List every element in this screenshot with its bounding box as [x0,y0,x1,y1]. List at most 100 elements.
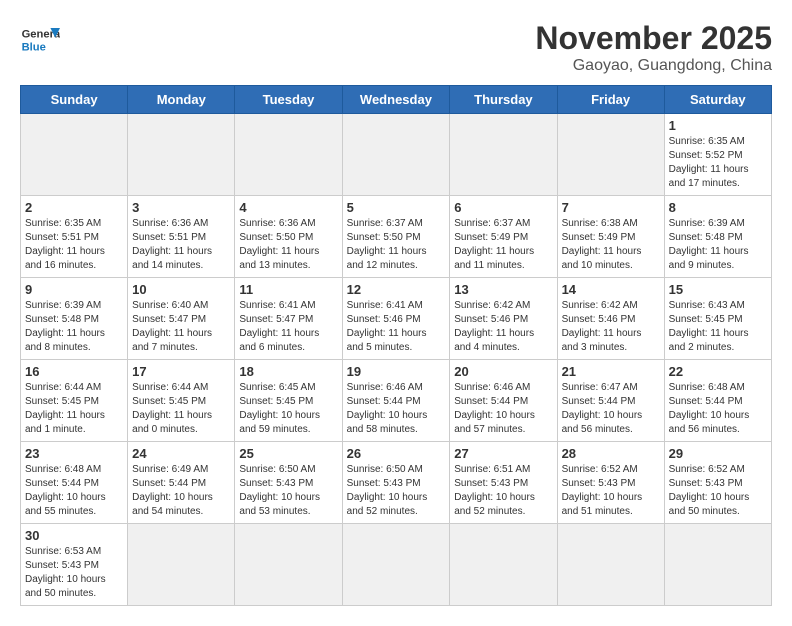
day-info: Sunrise: 6:44 AMSunset: 5:45 PMDaylight:… [132,381,230,437]
day-info: Sunrise: 6:50 AMSunset: 5:43 PMDaylight:… [239,463,337,519]
day-number: 14 [562,282,660,297]
day-number: 30 [25,528,123,543]
day-info: Sunrise: 6:48 AMSunset: 5:44 PMDaylight:… [25,463,123,519]
calendar-row: 16 Sunrise: 6:44 AMSunset: 5:45 PMDaylig… [21,360,772,442]
day-cell: 18 Sunrise: 6:45 AMSunset: 5:45 PMDaylig… [235,360,342,442]
day-number: 25 [239,446,337,461]
day-cell: 2 Sunrise: 6:35 AMSunset: 5:51 PMDayligh… [21,196,128,278]
day-number: 28 [562,446,660,461]
empty-cell [342,524,450,606]
day-cell: 15 Sunrise: 6:43 AMSunset: 5:45 PMDaylig… [664,278,771,360]
day-info: Sunrise: 6:38 AMSunset: 5:49 PMDaylight:… [562,217,660,273]
calendar-row: 9 Sunrise: 6:39 AMSunset: 5:48 PMDayligh… [21,278,772,360]
logo-icon: General Blue [20,20,60,60]
day-cell: 6 Sunrise: 6:37 AMSunset: 5:49 PMDayligh… [450,196,557,278]
day-cell: 7 Sunrise: 6:38 AMSunset: 5:49 PMDayligh… [557,196,664,278]
day-info: Sunrise: 6:46 AMSunset: 5:44 PMDaylight:… [454,381,552,437]
day-info: Sunrise: 6:35 AMSunset: 5:52 PMDaylight:… [669,135,767,191]
day-number: 15 [669,282,767,297]
svg-text:Blue: Blue [22,41,46,53]
empty-cell [128,524,235,606]
day-cell: 25 Sunrise: 6:50 AMSunset: 5:43 PMDaylig… [235,442,342,524]
page-header: General Blue November 2025 Gaoyao, Guang… [20,20,772,75]
day-info: Sunrise: 6:39 AMSunset: 5:48 PMDaylight:… [25,299,123,355]
header-sunday: Sunday [21,86,128,114]
empty-cell [342,114,450,196]
day-info: Sunrise: 6:48 AMSunset: 5:44 PMDaylight:… [669,381,767,437]
day-info: Sunrise: 6:40 AMSunset: 5:47 PMDaylight:… [132,299,230,355]
header-wednesday: Wednesday [342,86,450,114]
day-info: Sunrise: 6:46 AMSunset: 5:44 PMDaylight:… [347,381,446,437]
day-cell: 11 Sunrise: 6:41 AMSunset: 5:47 PMDaylig… [235,278,342,360]
day-cell: 22 Sunrise: 6:48 AMSunset: 5:44 PMDaylig… [664,360,771,442]
empty-cell [21,114,128,196]
empty-cell [450,524,557,606]
day-info: Sunrise: 6:41 AMSunset: 5:46 PMDaylight:… [347,299,446,355]
day-cell: 19 Sunrise: 6:46 AMSunset: 5:44 PMDaylig… [342,360,450,442]
day-number: 12 [347,282,446,297]
day-number: 17 [132,364,230,379]
day-cell: 26 Sunrise: 6:50 AMSunset: 5:43 PMDaylig… [342,442,450,524]
day-number: 5 [347,200,446,215]
empty-cell [235,114,342,196]
day-number: 13 [454,282,552,297]
header-saturday: Saturday [664,86,771,114]
empty-cell [235,524,342,606]
day-cell: 24 Sunrise: 6:49 AMSunset: 5:44 PMDaylig… [128,442,235,524]
day-number: 7 [562,200,660,215]
header-thursday: Thursday [450,86,557,114]
day-info: Sunrise: 6:39 AMSunset: 5:48 PMDaylight:… [669,217,767,273]
day-number: 22 [669,364,767,379]
day-info: Sunrise: 6:50 AMSunset: 5:43 PMDaylight:… [347,463,446,519]
day-info: Sunrise: 6:53 AMSunset: 5:43 PMDaylight:… [25,545,123,601]
day-info: Sunrise: 6:44 AMSunset: 5:45 PMDaylight:… [25,381,123,437]
empty-cell [557,114,664,196]
day-number: 23 [25,446,123,461]
day-cell: 17 Sunrise: 6:44 AMSunset: 5:45 PMDaylig… [128,360,235,442]
day-info: Sunrise: 6:52 AMSunset: 5:43 PMDaylight:… [669,463,767,519]
day-cell: 9 Sunrise: 6:39 AMSunset: 5:48 PMDayligh… [21,278,128,360]
day-cell: 21 Sunrise: 6:47 AMSunset: 5:44 PMDaylig… [557,360,664,442]
day-number: 6 [454,200,552,215]
day-cell: 20 Sunrise: 6:46 AMSunset: 5:44 PMDaylig… [450,360,557,442]
day-info: Sunrise: 6:42 AMSunset: 5:46 PMDaylight:… [562,299,660,355]
day-cell: 30 Sunrise: 6:53 AMSunset: 5:43 PMDaylig… [21,524,128,606]
day-cell: 28 Sunrise: 6:52 AMSunset: 5:43 PMDaylig… [557,442,664,524]
day-number: 20 [454,364,552,379]
day-info: Sunrise: 6:35 AMSunset: 5:51 PMDaylight:… [25,217,123,273]
day-cell: 3 Sunrise: 6:36 AMSunset: 5:51 PMDayligh… [128,196,235,278]
day-cell: 4 Sunrise: 6:36 AMSunset: 5:50 PMDayligh… [235,196,342,278]
calendar-row: 23 Sunrise: 6:48 AMSunset: 5:44 PMDaylig… [21,442,772,524]
day-info: Sunrise: 6:43 AMSunset: 5:45 PMDaylight:… [669,299,767,355]
day-number: 18 [239,364,337,379]
day-cell: 13 Sunrise: 6:42 AMSunset: 5:46 PMDaylig… [450,278,557,360]
day-cell: 14 Sunrise: 6:42 AMSunset: 5:46 PMDaylig… [557,278,664,360]
day-cell: 23 Sunrise: 6:48 AMSunset: 5:44 PMDaylig… [21,442,128,524]
day-info: Sunrise: 6:37 AMSunset: 5:50 PMDaylight:… [347,217,446,273]
day-number: 19 [347,364,446,379]
day-info: Sunrise: 6:36 AMSunset: 5:50 PMDaylight:… [239,217,337,273]
day-number: 1 [669,118,767,133]
day-info: Sunrise: 6:51 AMSunset: 5:43 PMDaylight:… [454,463,552,519]
day-number: 4 [239,200,337,215]
calendar-header-row: Sunday Monday Tuesday Wednesday Thursday… [21,86,772,114]
day-info: Sunrise: 6:37 AMSunset: 5:49 PMDaylight:… [454,217,552,273]
day-number: 8 [669,200,767,215]
title-area: November 2025 Gaoyao, Guangdong, China [535,20,772,75]
day-cell: 10 Sunrise: 6:40 AMSunset: 5:47 PMDaylig… [128,278,235,360]
day-cell: 5 Sunrise: 6:37 AMSunset: 5:50 PMDayligh… [342,196,450,278]
header-monday: Monday [128,86,235,114]
day-info: Sunrise: 6:49 AMSunset: 5:44 PMDaylight:… [132,463,230,519]
header-friday: Friday [557,86,664,114]
day-info: Sunrise: 6:36 AMSunset: 5:51 PMDaylight:… [132,217,230,273]
calendar-row: 1 Sunrise: 6:35 AMSunset: 5:52 PMDayligh… [21,114,772,196]
logo: General Blue [20,20,60,60]
empty-cell [557,524,664,606]
header-tuesday: Tuesday [235,86,342,114]
day-cell: 8 Sunrise: 6:39 AMSunset: 5:48 PMDayligh… [664,196,771,278]
day-cell: 29 Sunrise: 6:52 AMSunset: 5:43 PMDaylig… [664,442,771,524]
empty-cell [664,524,771,606]
day-number: 29 [669,446,767,461]
day-cell: 1 Sunrise: 6:35 AMSunset: 5:52 PMDayligh… [664,114,771,196]
month-title: November 2025 [535,20,772,57]
